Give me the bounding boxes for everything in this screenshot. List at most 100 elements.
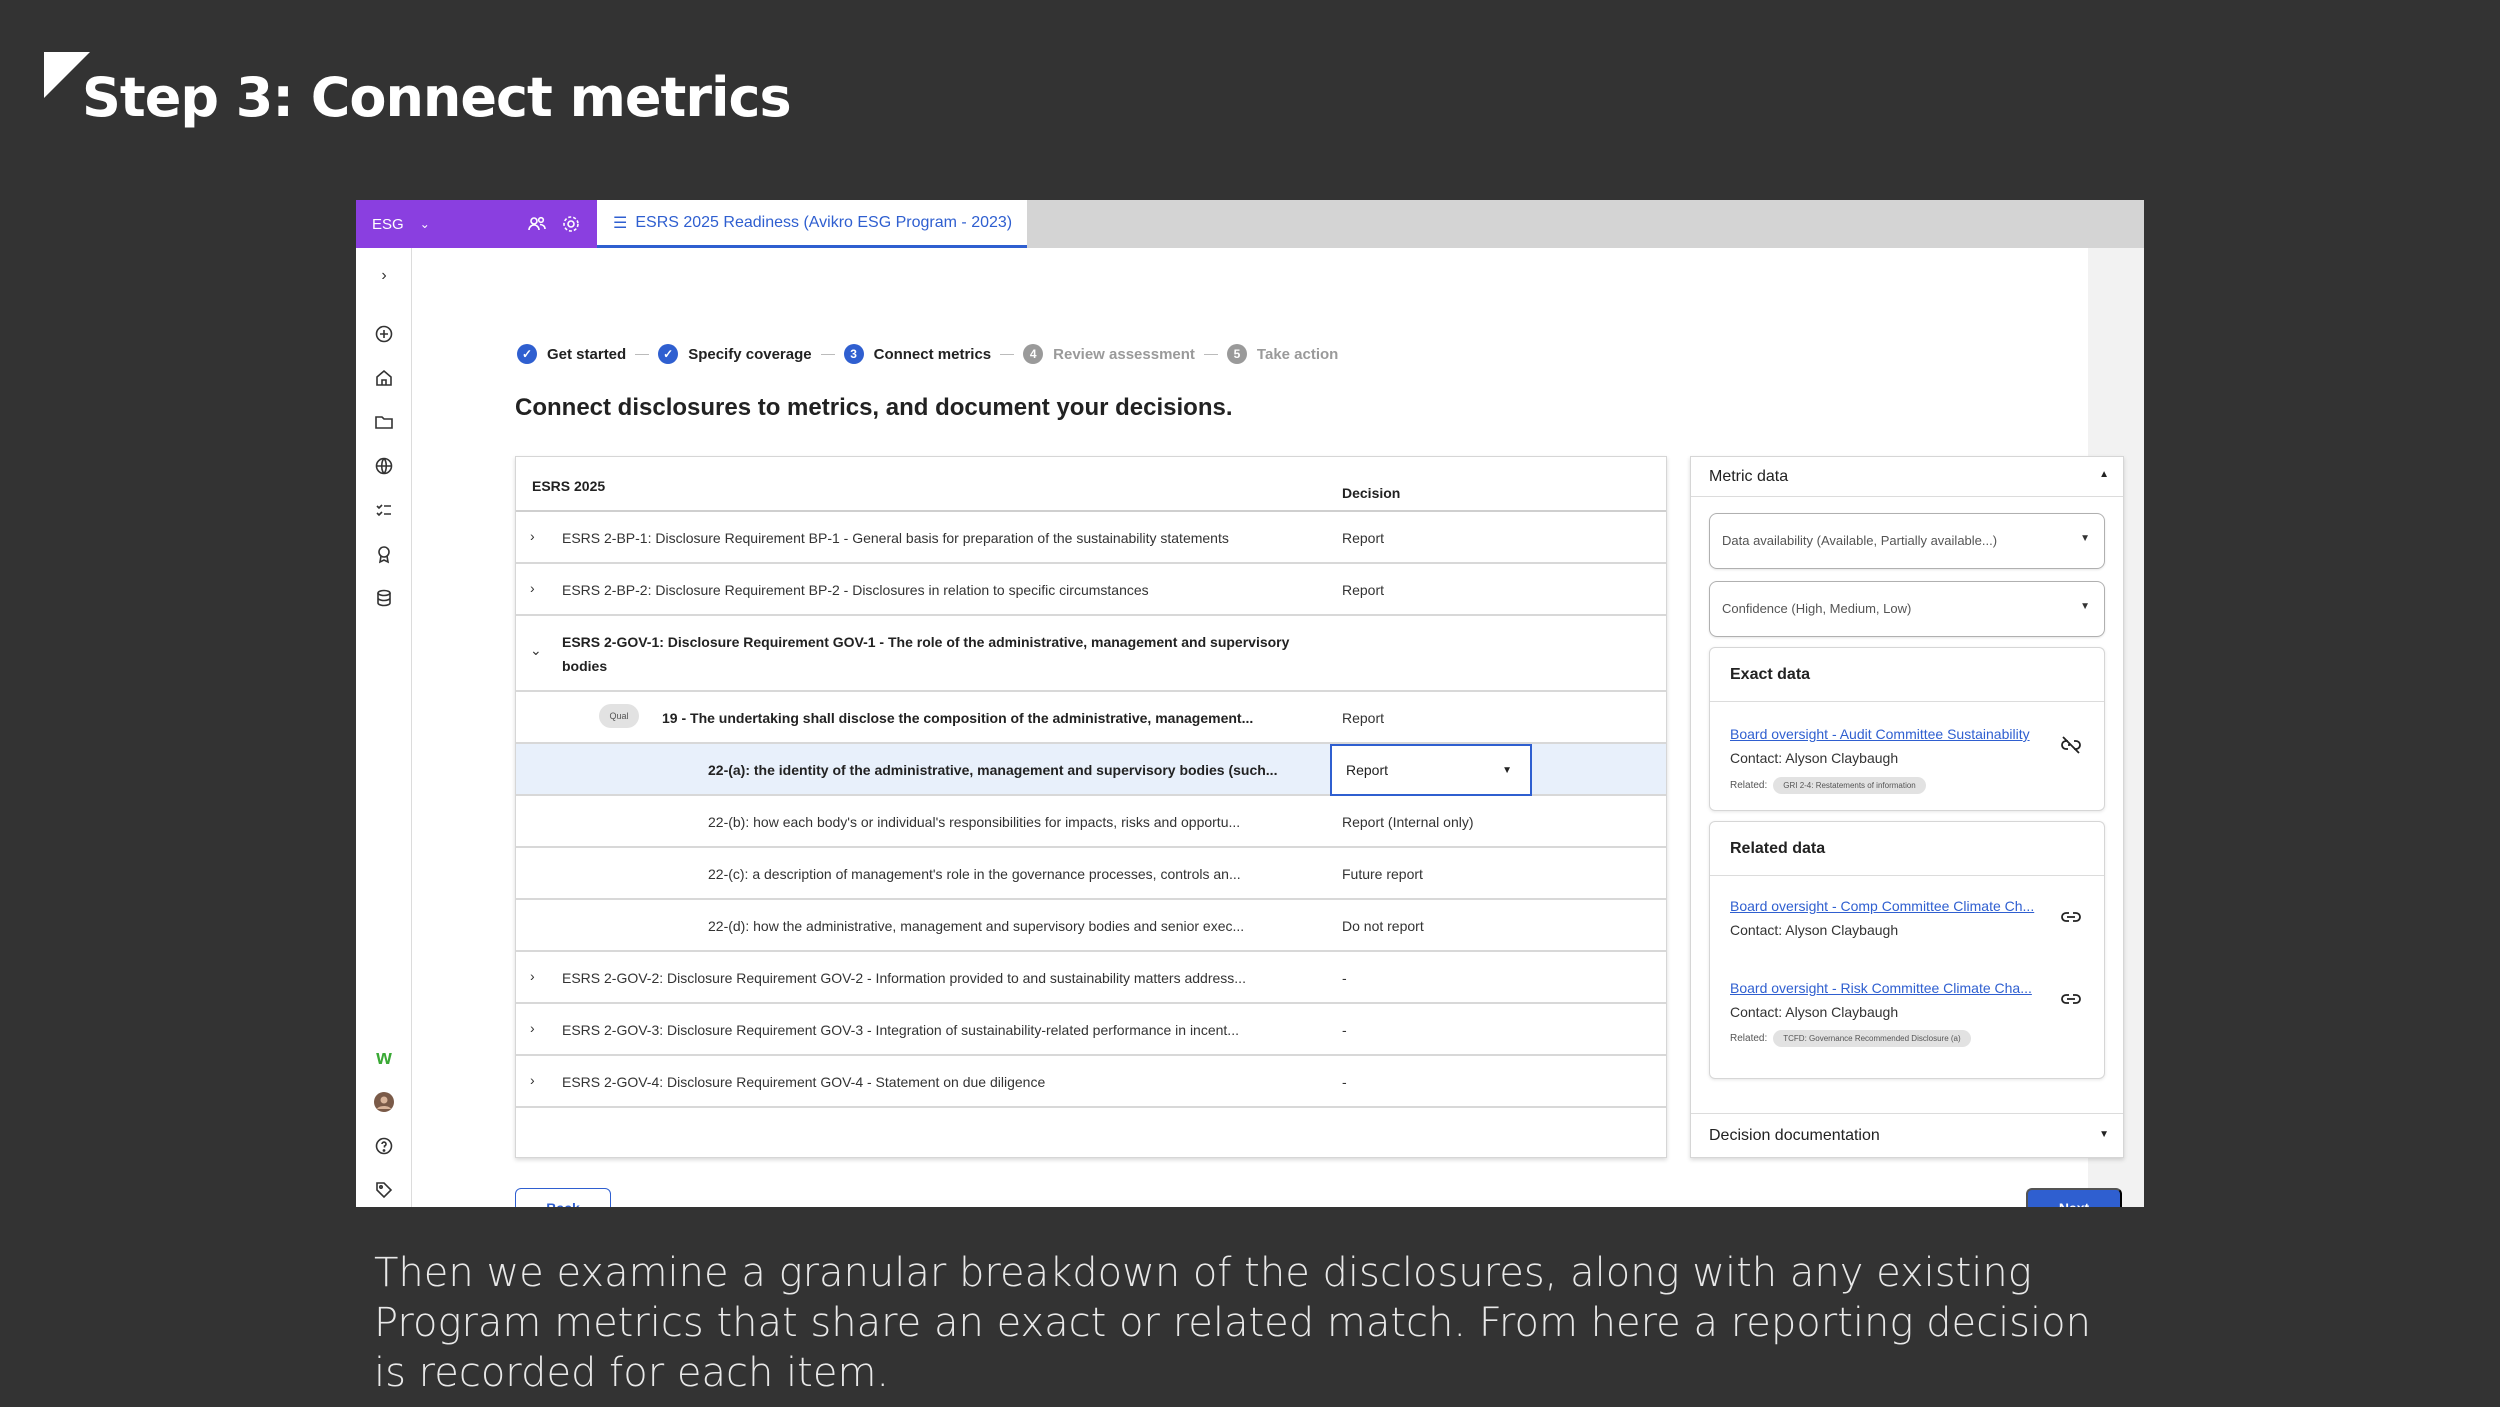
row-text: 22-(a): the identity of the administrati…	[708, 762, 1278, 778]
row-decision: Report	[1342, 582, 1385, 598]
metric-link[interactable]: Board oversight - Comp Committee Climate…	[1730, 898, 2034, 914]
row-decision: Report	[1342, 710, 1385, 726]
workiva-logo-icon[interactable]: w	[372, 1046, 396, 1070]
table-row[interactable]: › ESRS 2-GOV-4: Disclosure Requirement G…	[516, 1056, 1666, 1108]
caret-up-icon: ▲	[2099, 469, 2109, 480]
step-connect-metrics[interactable]: 3 Connect metrics	[843, 344, 992, 364]
slide-title: Step 3: Connect metrics	[82, 66, 792, 129]
app-window: ESG ⌄ ☰ ESRS 2025 Readiness (Avikro ESG …	[356, 200, 2144, 1207]
decision-documentation-header[interactable]: Decision documentation ▼	[1691, 1113, 2123, 1157]
step-label: Review assessment	[1053, 345, 1195, 363]
table-row[interactable]: › ESRS 2-GOV-3: Disclosure Requirement G…	[516, 1004, 1666, 1056]
metric-data-header[interactable]: Metric data ▲	[1691, 457, 2123, 497]
chevron-down-icon[interactable]: ⌄	[530, 642, 542, 659]
disclosures-table: ESRS 2025 Decision › ESRS 2-BP-1: Disclo…	[515, 456, 1667, 1158]
globe-icon[interactable]	[372, 454, 396, 478]
row-decision: -	[1342, 970, 1347, 986]
step-separator	[820, 353, 835, 355]
data-availability-select[interactable]: Data availability (Available, Partially …	[1709, 513, 2105, 569]
related-chip: GRI 2-4: Restatements of information	[1773, 777, 1926, 794]
exact-data-title: Exact data	[1710, 648, 2104, 702]
award-icon[interactable]	[372, 542, 396, 566]
row-text: ESRS 2-GOV-1: Disclosure Requirement GOV…	[562, 634, 1290, 650]
row-decision: Report (Internal only)	[1342, 814, 1474, 830]
table-row[interactable]: 22-(b): how each body's or individual's …	[516, 796, 1666, 848]
main-content: ✓ Get started ✓ Specify coverage 3 Conne…	[412, 248, 2144, 1207]
table-row[interactable]: Qual 19 - The undertaking shall disclose…	[516, 692, 1666, 744]
users-icon[interactable]	[527, 214, 547, 238]
select-placeholder: Confidence (High, Medium, Low)	[1722, 601, 1912, 616]
side-nav: › w	[356, 248, 412, 1207]
next-button[interactable]: Next	[2026, 1188, 2122, 1207]
tag-icon[interactable]	[372, 1178, 396, 1202]
step-get-started[interactable]: ✓ Get started	[517, 344, 626, 364]
chevron-right-icon[interactable]: ›	[530, 1020, 535, 1036]
step-number: 4	[1023, 344, 1044, 364]
table-row-selected[interactable]: 22-(a): the identity of the administrati…	[516, 744, 1666, 796]
check-icon: ✓	[517, 344, 537, 364]
related-label: Related:	[1730, 780, 1768, 791]
avatar[interactable]	[372, 1090, 396, 1114]
column-header-decision: Decision	[1342, 485, 1401, 501]
table-row[interactable]: 22-(d): how the administrative, manageme…	[516, 900, 1666, 952]
chevron-right-icon[interactable]: ›	[530, 968, 535, 984]
folder-icon[interactable]	[372, 410, 396, 434]
row-decision: Do not report	[1342, 918, 1424, 934]
app-switcher[interactable]: ESG ⌄	[356, 200, 597, 248]
database-icon[interactable]	[372, 586, 396, 610]
row-text: 19 - The undertaking shall disclose the …	[662, 710, 1254, 726]
link-icon[interactable]	[2060, 988, 2082, 1010]
table-row[interactable]: 22-(c): a description of management's ro…	[516, 848, 1666, 900]
metric-contact: Contact: Alyson Claybaugh	[1730, 1004, 1899, 1020]
page-title: Connect disclosures to metrics, and docu…	[515, 394, 1233, 421]
tab-esrs-readiness[interactable]: ☰ ESRS 2025 Readiness (Avikro ESG Progra…	[597, 200, 1027, 248]
chevron-right-icon[interactable]: ›	[530, 528, 535, 544]
row-decision: -	[1342, 1022, 1347, 1038]
help-icon[interactable]	[372, 1134, 396, 1158]
step-separator	[1203, 353, 1218, 355]
step-review-assessment[interactable]: 4 Review assessment	[1023, 344, 1195, 364]
step-label: Specify coverage	[688, 345, 812, 363]
check-icon: ✓	[658, 344, 679, 364]
link-icon[interactable]	[2060, 906, 2082, 928]
caret-down-icon: ▼	[1502, 764, 1512, 776]
row-text: ESRS 2-BP-2: Disclosure Requirement BP-2…	[562, 582, 1149, 598]
checklist-icon[interactable]	[372, 498, 396, 522]
confidence-select[interactable]: Confidence (High, Medium, Low) ▼	[1709, 581, 2105, 637]
decision-select[interactable]: Report ▼	[1330, 744, 1532, 796]
row-decision: -	[1342, 1074, 1347, 1090]
row-text: 22-(d): how the administrative, manageme…	[708, 918, 1245, 934]
expand-nav-icon[interactable]: ›	[372, 264, 396, 288]
chevron-right-icon[interactable]: ›	[530, 580, 535, 596]
related-tags: Related: TCFD: Governance Recommended Di…	[1730, 1030, 1971, 1047]
table-row[interactable]: › ESRS 2-BP-1: Disclosure Requirement BP…	[516, 512, 1666, 564]
checklist-icon: ☰	[613, 214, 628, 232]
metric-link[interactable]: Board oversight - Audit Committee Sustai…	[1730, 726, 2030, 742]
add-icon[interactable]	[372, 322, 396, 346]
row-text: 22-(b): how each body's or individual's …	[708, 814, 1241, 830]
table-row[interactable]: › ESRS 2-BP-2: Disclosure Requirement BP…	[516, 564, 1666, 616]
home-icon[interactable]	[372, 366, 396, 390]
chevron-right-icon[interactable]: ›	[530, 1072, 535, 1088]
table-row[interactable]: ⌄ ESRS 2-GOV-1: Disclosure Requirement G…	[516, 616, 1666, 692]
metric-contact: Contact: Alyson Claybaugh	[1730, 922, 1899, 938]
step-label: Connect metrics	[873, 345, 992, 363]
qual-badge: Qual	[599, 704, 639, 728]
unlink-icon[interactable]	[2060, 734, 2082, 756]
step-label: Take action	[1256, 345, 1339, 363]
step-take-action[interactable]: 5 Take action	[1226, 344, 1339, 364]
panel-footer-title: Decision documentation	[1709, 1127, 1880, 1144]
row-text: ESRS 2-GOV-4: Disclosure Requirement GOV…	[562, 1074, 1046, 1090]
row-decision: Report	[1342, 530, 1385, 546]
back-button[interactable]: Back	[515, 1188, 611, 1207]
row-text: 22-(c): a description of management's ro…	[708, 866, 1241, 882]
related-tags: Related: GRI 2-4: Restatements of inform…	[1730, 777, 1926, 794]
table-row[interactable]: › ESRS 2-GOV-2: Disclosure Requirement G…	[516, 952, 1666, 1004]
row-text: ESRS 2-GOV-2: Disclosure Requirement GOV…	[562, 970, 1246, 986]
gear-icon[interactable]	[561, 214, 581, 238]
metric-link[interactable]: Board oversight - Risk Committee Climate…	[1730, 980, 2032, 996]
top-bar: ESG ⌄ ☰ ESRS 2025 Readiness (Avikro ESG …	[356, 200, 2144, 248]
step-specify-coverage[interactable]: ✓ Specify coverage	[658, 344, 812, 364]
app-name: ESG	[372, 215, 404, 233]
panel-title: Metric data	[1709, 468, 1789, 485]
